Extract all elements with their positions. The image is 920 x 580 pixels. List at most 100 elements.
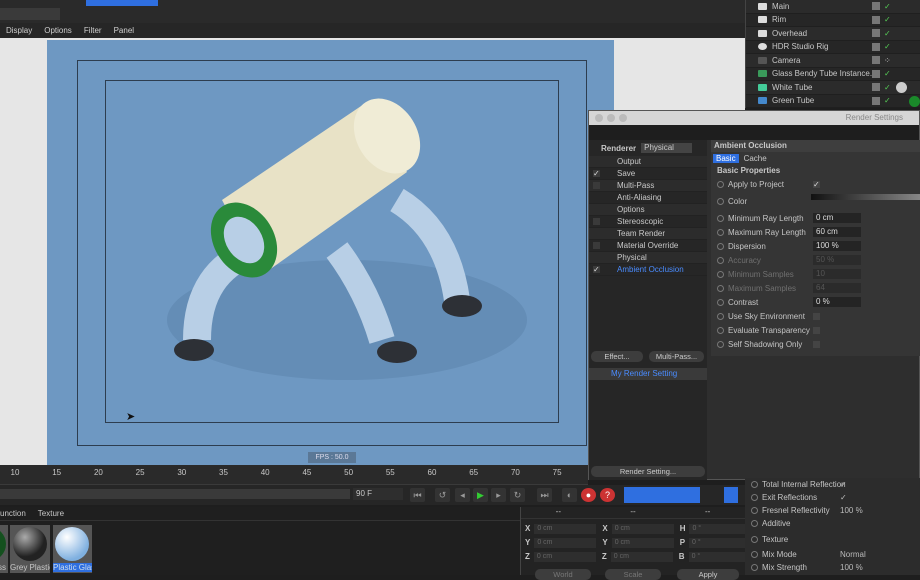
value-field[interactable]: 10 bbox=[813, 269, 861, 279]
animate-radio-icon[interactable] bbox=[717, 228, 724, 236]
render-settings-item[interactable]: Options bbox=[589, 204, 707, 216]
render-toggle[interactable] bbox=[872, 56, 880, 65]
enable-checkbox[interactable] bbox=[593, 182, 600, 189]
goto-start-icon[interactable]: ⏮ bbox=[410, 488, 425, 502]
enabled-check-icon[interactable]: ✓ bbox=[884, 29, 891, 38]
animate-radio-icon[interactable] bbox=[751, 507, 758, 514]
value-field[interactable]: 50 % bbox=[813, 255, 861, 265]
renderer-dropdown[interactable]: Physical bbox=[641, 143, 692, 153]
render-toggle[interactable] bbox=[872, 96, 880, 105]
animate-radio-icon[interactable] bbox=[751, 520, 758, 527]
menu-texture[interactable]: Texture bbox=[38, 507, 64, 520]
coordinate-field[interactable]: 0 ° bbox=[689, 538, 752, 548]
enable-checkbox[interactable]: ✓ bbox=[593, 170, 600, 178]
material-swatch-selected[interactable]: Plastic Glass bbox=[53, 525, 92, 573]
keyframe-mode-buttons[interactable] bbox=[624, 487, 700, 503]
close-button[interactable] bbox=[595, 114, 603, 122]
play-icon[interactable]: ▶ bbox=[473, 488, 488, 502]
value-field[interactable]: 60 cm bbox=[813, 227, 861, 237]
render-settings-item[interactable]: Output bbox=[589, 156, 707, 168]
tab-basic[interactable]: Basic bbox=[713, 154, 739, 163]
object-row[interactable]: Glass Bendy Tube Instance.1 ✓ bbox=[746, 68, 920, 81]
multi-pass-button[interactable]: Multi-Pass... bbox=[649, 351, 704, 362]
coordinate-field[interactable]: 0 cm bbox=[611, 538, 674, 548]
enable-checkbox[interactable] bbox=[593, 218, 600, 225]
value-field[interactable]: 0 % bbox=[813, 297, 861, 307]
coordinate-field[interactable]: 0 cm bbox=[610, 552, 673, 562]
render-toggle[interactable] bbox=[872, 83, 880, 92]
render-toggle[interactable] bbox=[872, 2, 880, 11]
timeline-layout-button[interactable] bbox=[724, 487, 738, 503]
zoom-button[interactable] bbox=[619, 114, 627, 122]
attribute-value[interactable]: 100 % bbox=[840, 506, 863, 515]
animate-radio-icon[interactable] bbox=[717, 340, 724, 348]
color-gradient[interactable] bbox=[811, 194, 920, 200]
object-row[interactable]: Rim ✓ bbox=[746, 14, 920, 27]
value-field[interactable]: 64 bbox=[813, 283, 861, 293]
minimize-button[interactable] bbox=[607, 114, 615, 122]
render-setting-item[interactable]: My Render Setting bbox=[589, 368, 707, 380]
menu-filter[interactable]: Filter bbox=[84, 26, 102, 35]
enabled-check-icon[interactable]: ✓ bbox=[884, 96, 891, 105]
autokey-icon[interactable]: ? bbox=[600, 488, 615, 502]
coordinate-field[interactable]: 0 ° bbox=[689, 524, 752, 534]
next-key-icon[interactable]: ↻ bbox=[510, 488, 525, 502]
object-row[interactable]: White Tube ✓ bbox=[746, 81, 920, 95]
render-toggle[interactable] bbox=[872, 69, 880, 78]
menu-options[interactable]: Options bbox=[44, 26, 72, 35]
target-tag-icon[interactable]: ⁘ bbox=[884, 56, 891, 65]
attribute-value[interactable]: Normal bbox=[840, 550, 866, 559]
checkbox[interactable] bbox=[813, 312, 820, 320]
step-forward-icon[interactable]: ▸ bbox=[491, 488, 506, 502]
coordinate-field[interactable]: 0 cm bbox=[611, 524, 674, 534]
menu-function[interactable]: unction bbox=[0, 507, 26, 520]
enable-checkbox[interactable]: ✓ bbox=[593, 266, 600, 274]
animate-radio-icon[interactable] bbox=[717, 326, 724, 334]
render-settings-item[interactable]: Anti-Aliasing bbox=[589, 192, 707, 204]
render-settings-item[interactable]: ✓ Ambient Occlusion bbox=[589, 264, 707, 276]
animate-radio-icon[interactable] bbox=[717, 298, 724, 306]
animate-radio-icon[interactable] bbox=[717, 256, 724, 264]
material-tag-icon[interactable] bbox=[896, 82, 907, 93]
checkbox[interactable]: ✓ bbox=[813, 180, 820, 188]
render-toggle[interactable] bbox=[872, 42, 880, 51]
attribute-value[interactable]: ✓ bbox=[840, 480, 847, 489]
render-settings-item[interactable]: Stereoscopic bbox=[589, 216, 707, 228]
record-icon[interactable]: ● bbox=[581, 488, 596, 502]
value-field[interactable]: 100 % bbox=[813, 241, 861, 251]
object-row[interactable]: Overhead ✓ bbox=[746, 27, 920, 41]
end-frame-field[interactable]: 90 F bbox=[353, 488, 403, 500]
value-field[interactable]: 0 cm bbox=[813, 213, 861, 223]
animate-radio-icon[interactable] bbox=[751, 494, 758, 501]
render-toggle[interactable] bbox=[872, 29, 880, 38]
render-settings-item[interactable]: ✓ Save bbox=[589, 168, 707, 180]
menu-panel[interactable]: Panel bbox=[114, 26, 134, 35]
goto-end-icon[interactable]: ⏭ bbox=[537, 488, 552, 502]
enabled-check-icon[interactable]: ✓ bbox=[884, 69, 891, 78]
tab-cache[interactable]: Cache bbox=[741, 154, 770, 163]
toolbar-mode-buttons[interactable] bbox=[86, 0, 158, 6]
animate-radio-icon[interactable] bbox=[751, 564, 758, 571]
enabled-check-icon[interactable]: ✓ bbox=[884, 83, 891, 92]
checkbox[interactable] bbox=[813, 340, 820, 348]
effect-button[interactable]: Effect... bbox=[591, 351, 643, 362]
render-settings-item[interactable]: Team Render bbox=[589, 228, 707, 240]
animate-radio-icon[interactable] bbox=[717, 180, 724, 188]
enabled-check-icon[interactable]: ✓ bbox=[884, 42, 891, 51]
material-swatch[interactable]: ss bbox=[0, 525, 8, 573]
checkbox[interactable] bbox=[813, 326, 820, 334]
animate-radio-icon[interactable] bbox=[717, 197, 724, 205]
menu-display[interactable]: Display bbox=[6, 26, 32, 35]
animate-radio-icon[interactable] bbox=[751, 481, 758, 488]
object-row[interactable]: Green Tube ✓ bbox=[746, 95, 920, 108]
animate-radio-icon[interactable] bbox=[717, 242, 724, 250]
material-tag-icon[interactable] bbox=[909, 95, 920, 107]
attribute-value[interactable]: 100 % bbox=[840, 563, 863, 572]
object-row[interactable]: Camera ⁘ bbox=[746, 54, 920, 68]
animate-radio-icon[interactable] bbox=[751, 535, 758, 543]
viewport-nav-icons[interactable] bbox=[0, 8, 60, 20]
coordinate-field[interactable]: 0 cm bbox=[534, 524, 597, 534]
animate-radio-icon[interactable] bbox=[717, 284, 724, 292]
render-toggle[interactable] bbox=[872, 15, 880, 24]
render-settings-item[interactable]: Material Override bbox=[589, 240, 707, 252]
